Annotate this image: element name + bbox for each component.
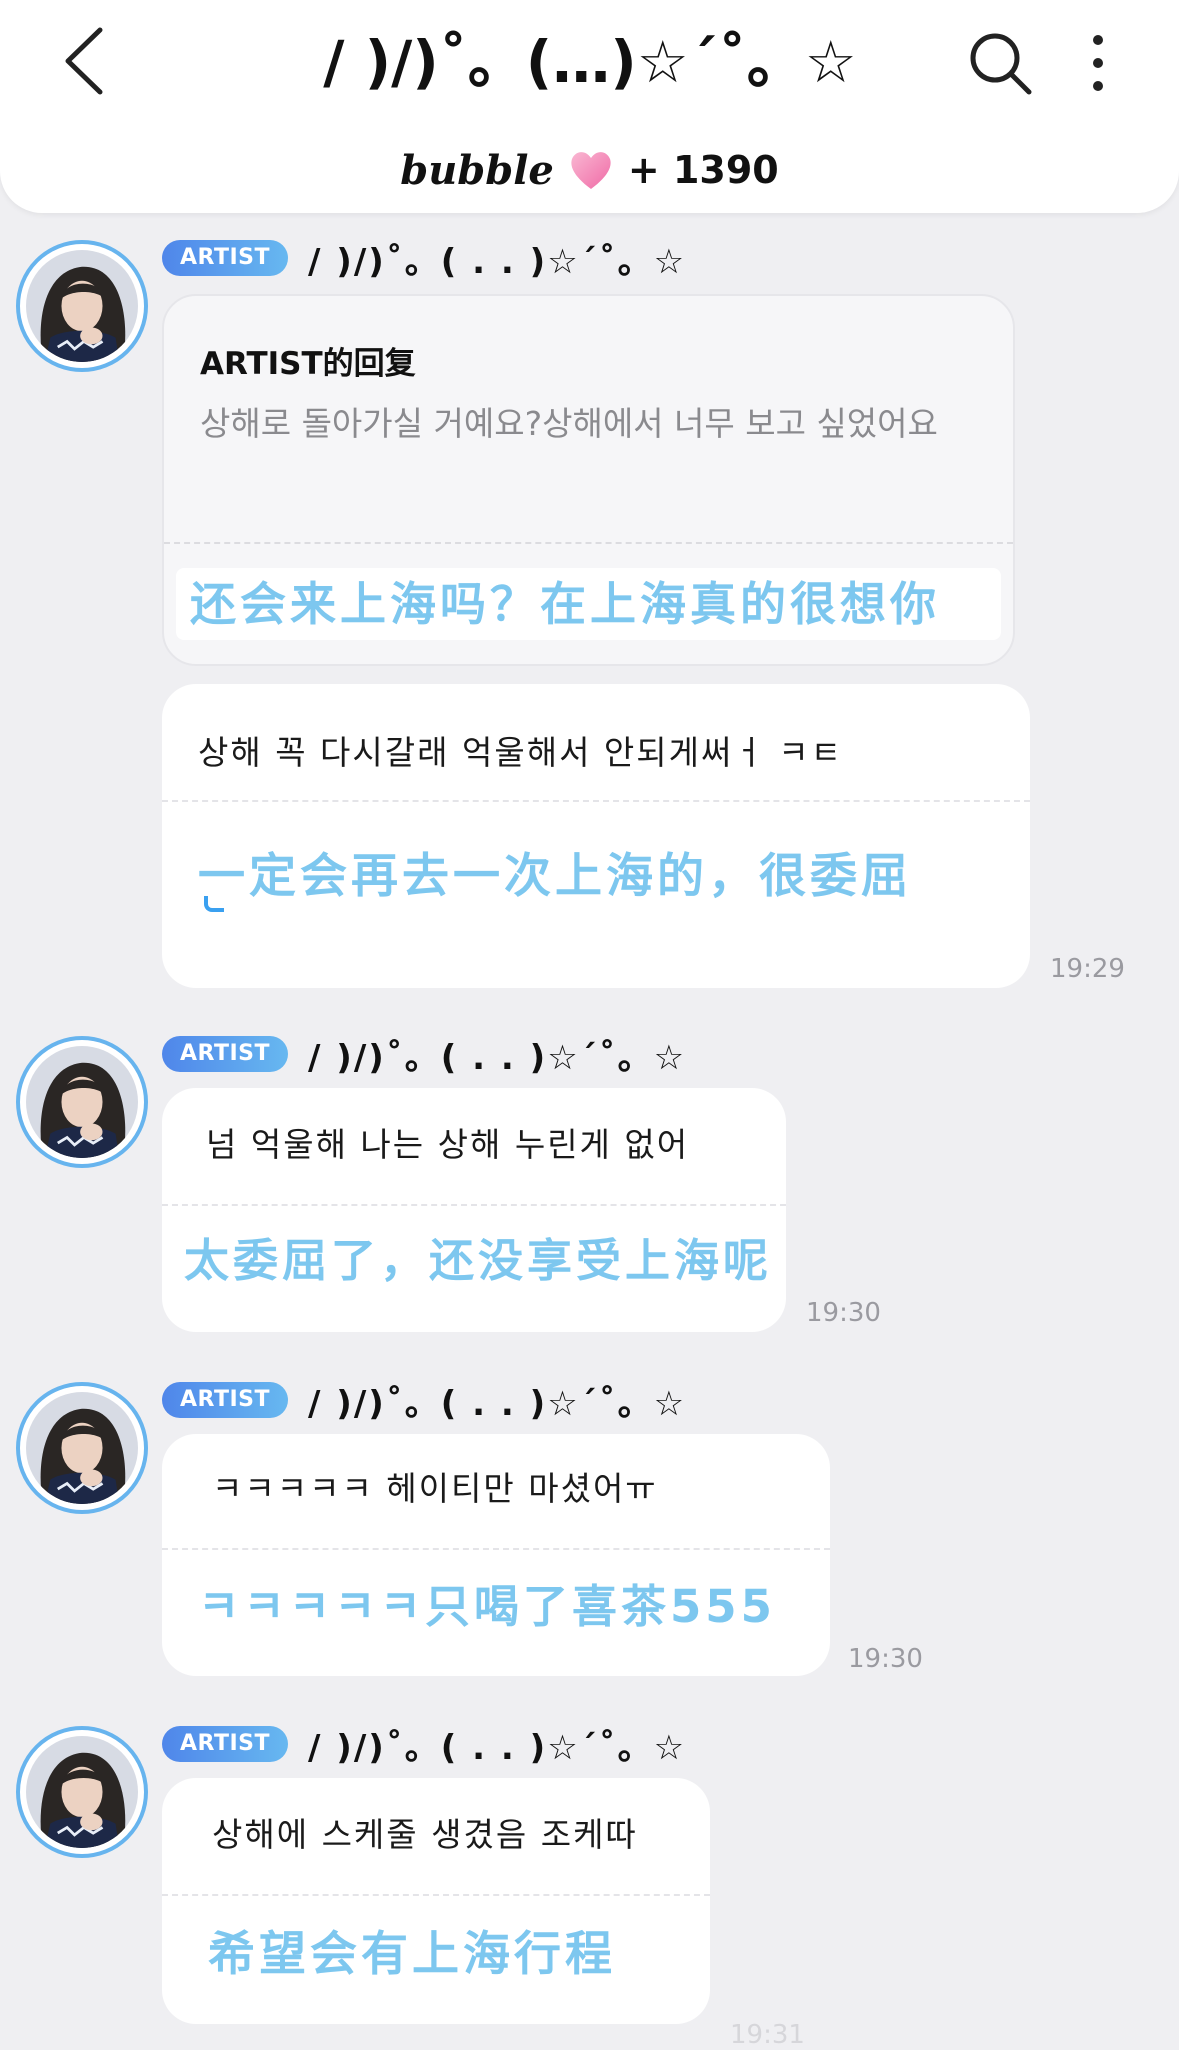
artist-name: / )/)˚。( . . )☆´˚。☆ — [308, 241, 687, 282]
bubble-logo: bubble — [400, 146, 554, 194]
avatar-photo — [26, 1736, 138, 1848]
artist-name: / )/)˚。( . . )☆´˚。☆ — [308, 1037, 687, 1078]
message-chinese-translation: ㅋㅋㅋㅋㅋ只喝了喜茶555 — [198, 1580, 776, 1633]
reply-title: ARTIST的回复 — [200, 346, 416, 382]
reply-quote-card[interactable]: ARTIST的回复 상해로 돌아가실 거예요?상해에서 너무 보고 싶었어요 还… — [162, 294, 1015, 666]
artist-avatar[interactable] — [16, 1726, 148, 1858]
avatar-photo — [26, 1392, 138, 1504]
divider — [164, 542, 1013, 544]
message-chinese-translation: 一定会再去一次上海的，很委屈 — [198, 849, 912, 904]
bubble-brand-row: bubble + 1390 — [0, 140, 1179, 200]
message-header: ARTIST / )/)˚。( . . )☆´˚。☆ — [162, 1724, 686, 1768]
message-header: ARTIST / )/)˚。( . . )☆´˚。☆ — [162, 238, 686, 282]
artist-badge: ARTIST — [162, 240, 289, 276]
search-icon[interactable] — [965, 28, 1035, 98]
message-timestamp: 19:30 — [806, 1298, 881, 1328]
avatar-photo — [26, 1046, 138, 1158]
avatar-photo — [26, 250, 138, 362]
chat-header: / )/)˚。(…)☆´˚。☆ bubble + 1390 — [0, 0, 1179, 213]
artist-badge: ARTIST — [162, 1036, 289, 1072]
divider — [162, 1894, 710, 1896]
reply-quoted-text: 상해로 돌아가실 거예요?상해에서 너무 보고 싶었어요 — [200, 404, 938, 443]
message-korean-text: 상해에 스케줄 생겼음 조케따 — [212, 1815, 638, 1854]
more-options-icon[interactable] — [1080, 28, 1116, 98]
artist-avatar[interactable] — [16, 1036, 148, 1168]
heart-icon — [571, 152, 611, 189]
message-korean-text: 넘 억울해 나는 상해 누린게 없어 — [206, 1125, 690, 1164]
message-header: ARTIST / )/)˚。( . . )☆´˚。☆ — [162, 1034, 686, 1078]
message-chinese-translation: 希望会有上海行程 — [208, 1927, 616, 1982]
message-bubble[interactable]: 상해 꼭 다시갈래 억울해서 안되게써ㅓ ㅋㅌ 一定会再去一次上海的，很委屈 — [162, 684, 1030, 988]
text-cursor-mark — [204, 896, 224, 912]
message-bubble[interactable]: 상해에 스케줄 생겼음 조케따 希望会有上海行程 — [162, 1778, 710, 2024]
message-korean-text: ㅋㅋㅋㅋㅋ 헤이티만 마셨어ㅠ — [212, 1469, 658, 1508]
message-korean-text: 상해 꼭 다시갈래 억울해서 안되게써ㅓ ㅋㅌ — [198, 733, 843, 772]
message-timestamp: 19:31 — [730, 2020, 805, 2050]
message-chinese-translation: 太委屈了，还没享受上海呢 — [184, 1234, 773, 1287]
artist-name: / )/)˚。( . . )☆´˚。☆ — [308, 1383, 687, 1424]
artist-badge: ARTIST — [162, 1382, 289, 1418]
chat-title: / )/)˚。(…)☆´˚。☆ — [323, 28, 857, 96]
message-header: ARTIST / )/)˚。( . . )☆´˚。☆ — [162, 1380, 686, 1424]
artist-badge: ARTIST — [162, 1726, 289, 1762]
artist-avatar[interactable] — [16, 1382, 148, 1514]
artist-name: / )/)˚。( . . )☆´˚。☆ — [308, 1727, 687, 1768]
message-bubble[interactable]: 넘 억울해 나는 상해 누린게 없어 太委屈了，还没享受上海呢 — [162, 1088, 786, 1332]
divider — [162, 1204, 786, 1206]
divider — [162, 800, 1030, 802]
subscriber-count: + 1390 — [627, 148, 779, 192]
reply-translation: 还会来上海吗？在上海真的很想你 — [190, 577, 940, 631]
artist-avatar[interactable] — [16, 240, 148, 372]
message-timestamp: 19:30 — [848, 1644, 923, 1674]
message-bubble[interactable]: ㅋㅋㅋㅋㅋ 헤이티만 마셨어ㅠ ㅋㅋㅋㅋㅋ只喝了喜茶555 — [162, 1434, 830, 1676]
divider — [162, 1548, 830, 1550]
message-timestamp: 19:29 — [1050, 954, 1125, 984]
back-arrow-icon[interactable] — [52, 22, 122, 100]
